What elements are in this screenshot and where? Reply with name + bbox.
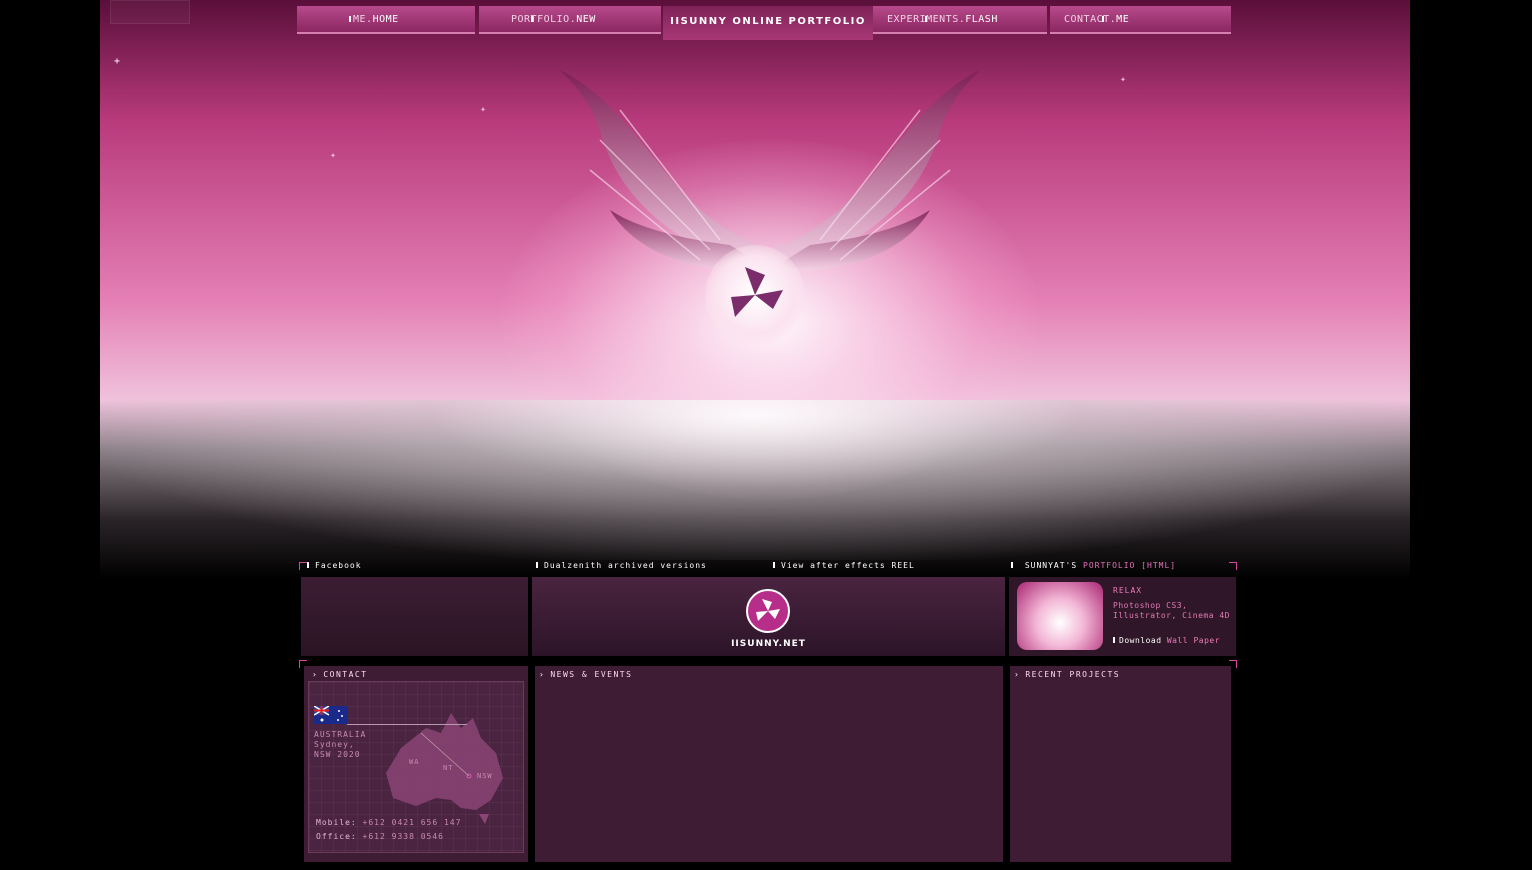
contact-heading: CONTACT <box>312 670 368 679</box>
sparkle-icon: + <box>114 56 121 67</box>
corner-accent <box>1229 562 1237 570</box>
news-panel: NEWS & EVENTS <box>535 666 1003 862</box>
contact-country: AUSTRALIA <box>314 730 367 739</box>
australia-flag-icon <box>314 706 348 724</box>
map-label-nt: NT <box>443 764 454 772</box>
download-prefix: Download <box>1119 636 1162 645</box>
mobile-label: Mobile: <box>316 818 357 827</box>
archived-label: Dualzenith archived versions <box>544 561 707 570</box>
nav-label: HOME <box>372 14 399 25</box>
contact-card: WA NT NSW AUSTRALIA Sydney, NSW 2020 Mob… <box>308 681 524 853</box>
nav-prefix: PORTFOLIO. <box>511 14 577 25</box>
nav-label: ME <box>1116 14 1130 25</box>
contact-postcode: NSW 2020 <box>314 750 361 759</box>
download-label: Wall Paper <box>1166 636 1221 645</box>
download-wallpaper-link[interactable]: Download Wall Paper <box>1113 636 1220 645</box>
nav-prefix: EXPERIMENTS. <box>887 14 966 25</box>
corner-logo <box>110 0 190 24</box>
archived-versions-link[interactable]: Dualzenith archived versions <box>536 561 707 570</box>
center-emblem <box>705 245 805 345</box>
reel-label: View after effects REEL <box>781 561 915 570</box>
reel-link[interactable]: View after effects REEL <box>773 561 915 570</box>
logo-icon[interactable] <box>744 587 792 635</box>
nav-prefix: ME. <box>353 14 373 25</box>
sparkle-icon: ✦ <box>480 104 487 115</box>
contact-office: Office: +612 9338 0546 <box>316 832 444 841</box>
wallpaper-thumbnail[interactable] <box>1017 582 1103 650</box>
nav-label: FLASH <box>965 14 998 25</box>
corner-accent <box>299 562 307 570</box>
projects-panel: RECENT PROJECTS <box>1010 666 1231 862</box>
portfolio-prefix: SUNNYAT'S <box>1024 561 1078 570</box>
mobile-number: +612 0421 656 147 <box>362 818 462 827</box>
sparkle-icon: ✦ <box>1120 74 1127 85</box>
logo-icon <box>731 267 783 317</box>
facebook-label: Facebook <box>315 561 362 570</box>
facebook-panel <box>301 577 528 656</box>
nav-prefix: CONTACT. <box>1064 14 1117 25</box>
portfolio-label: PORTFOLIO [HTML] <box>1083 561 1177 570</box>
banner-panel: IISUNNY.NET <box>532 577 1005 656</box>
bullet-icon <box>1113 637 1115 643</box>
nav-item-home[interactable]: ME.HOME <box>297 6 475 34</box>
nav-item-experiments[interactable]: EXPERIMENTS.FLASH <box>873 6 1047 34</box>
map-label-nsw: NSW <box>477 772 493 780</box>
projects-heading: RECENT PROJECTS <box>1014 670 1120 679</box>
portfolio-html-link[interactable]: SUNNYAT'S PORTFOLIO [HTML] <box>1011 561 1176 570</box>
background-clouds <box>100 400 1410 560</box>
site-title: IISUNNY ONLINE PORTFOLIO <box>663 6 873 40</box>
contact-mobile: Mobile: +612 0421 656 147 <box>316 818 461 827</box>
nav-item-portfolio[interactable]: PORTFOLIO.NEW <box>479 6 661 34</box>
map-pointer-line <box>347 724 467 725</box>
office-label: Office: <box>316 832 357 841</box>
news-heading: NEWS & EVENTS <box>539 670 632 679</box>
nav-label: NEW <box>576 14 596 25</box>
main-nav: ME.HOME PORTFOLIO.NEW IISUNNY ONLINE POR… <box>297 6 1231 40</box>
site-name: IISUNNY.NET <box>731 639 806 649</box>
map-label-wa: WA <box>409 758 420 766</box>
nav-item-contact[interactable]: CONTACT.ME <box>1050 6 1231 34</box>
wallpaper-tools: Photoshop CS3, Illustrator, Cinema 4D <box>1113 601 1230 620</box>
contact-city: Sydney, <box>314 740 355 749</box>
sparkle-icon: ✦ <box>330 150 337 161</box>
contact-address: AUSTRALIA Sydney, NSW 2020 <box>314 730 366 760</box>
facebook-link[interactable]: Facebook <box>307 561 362 570</box>
wallpaper-panel: RELAX Photoshop CS3, Illustrator, Cinema… <box>1009 577 1236 656</box>
office-number: +612 9338 0546 <box>362 832 444 841</box>
wallpaper-title: RELAX <box>1113 586 1143 595</box>
